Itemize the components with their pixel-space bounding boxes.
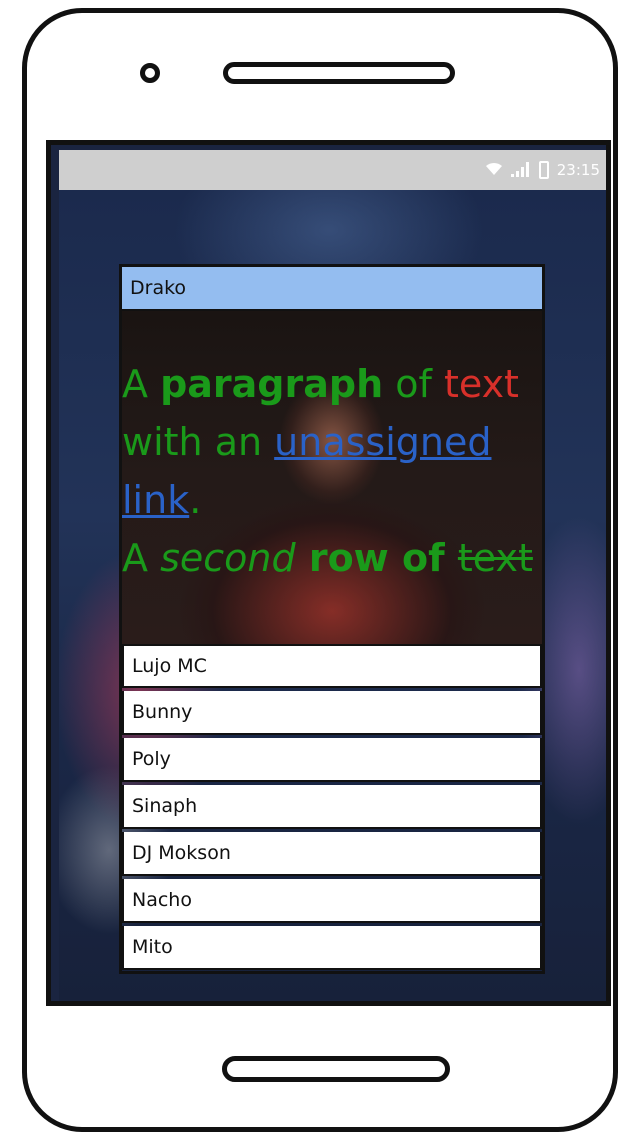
- list-item-label: DJ Mokson: [132, 842, 231, 864]
- paragraph-text: A: [122, 362, 161, 406]
- home-button[interactable]: [222, 1056, 450, 1082]
- artist-list: Lujo MC Bunny Poly Sinaph DJ Mokson Nach…: [122, 644, 542, 973]
- list-item-label: Mito: [132, 936, 173, 958]
- paragraph-italic-text: second: [160, 536, 296, 580]
- status-bar: 23:15: [59, 150, 606, 190]
- list-item-label: Sinaph: [132, 795, 198, 817]
- list-item-label: Nacho: [132, 889, 192, 911]
- battery-icon: [538, 161, 549, 179]
- wifi-icon: [485, 162, 503, 179]
- list-item[interactable]: Lujo MC: [122, 644, 542, 688]
- text-paragraph: A paragraph of text with an unassigned l…: [122, 355, 548, 587]
- artist-card: Drako A paragraph of text with an unassi…: [119, 264, 545, 974]
- list-item-label: Lujo MC: [132, 655, 207, 677]
- paragraph-bold-text: paragraph: [160, 362, 384, 406]
- list-item[interactable]: Poly: [122, 738, 542, 782]
- list-item[interactable]: Mito: [122, 926, 542, 970]
- paragraph-strikethrough-text: text: [457, 536, 533, 580]
- list-item[interactable]: Sinaph: [122, 785, 542, 829]
- paragraph-text: with an: [122, 420, 275, 464]
- camera-icon: [140, 63, 160, 83]
- list-item-label: Bunny: [132, 701, 193, 723]
- phone-mockup: 23:15 Drako A paragraph of text with an …: [0, 0, 638, 1139]
- paragraph-text: A: [122, 536, 161, 580]
- card-header-title: Drako: [130, 277, 187, 299]
- status-time: 23:15: [556, 161, 600, 179]
- speaker-grille: [223, 62, 455, 84]
- paragraph-bold-text: row of: [295, 536, 458, 580]
- list-item[interactable]: Nacho: [122, 879, 542, 923]
- list-item[interactable]: Bunny: [122, 691, 542, 735]
- paragraph-text: .: [189, 478, 202, 522]
- list-item-label: Poly: [132, 748, 171, 770]
- list-item[interactable]: DJ Mokson: [122, 832, 542, 876]
- paragraph-red-text: text: [443, 362, 519, 406]
- card-header: Drako: [122, 267, 542, 311]
- signal-icon: [510, 161, 531, 180]
- paragraph-text: of: [383, 362, 444, 406]
